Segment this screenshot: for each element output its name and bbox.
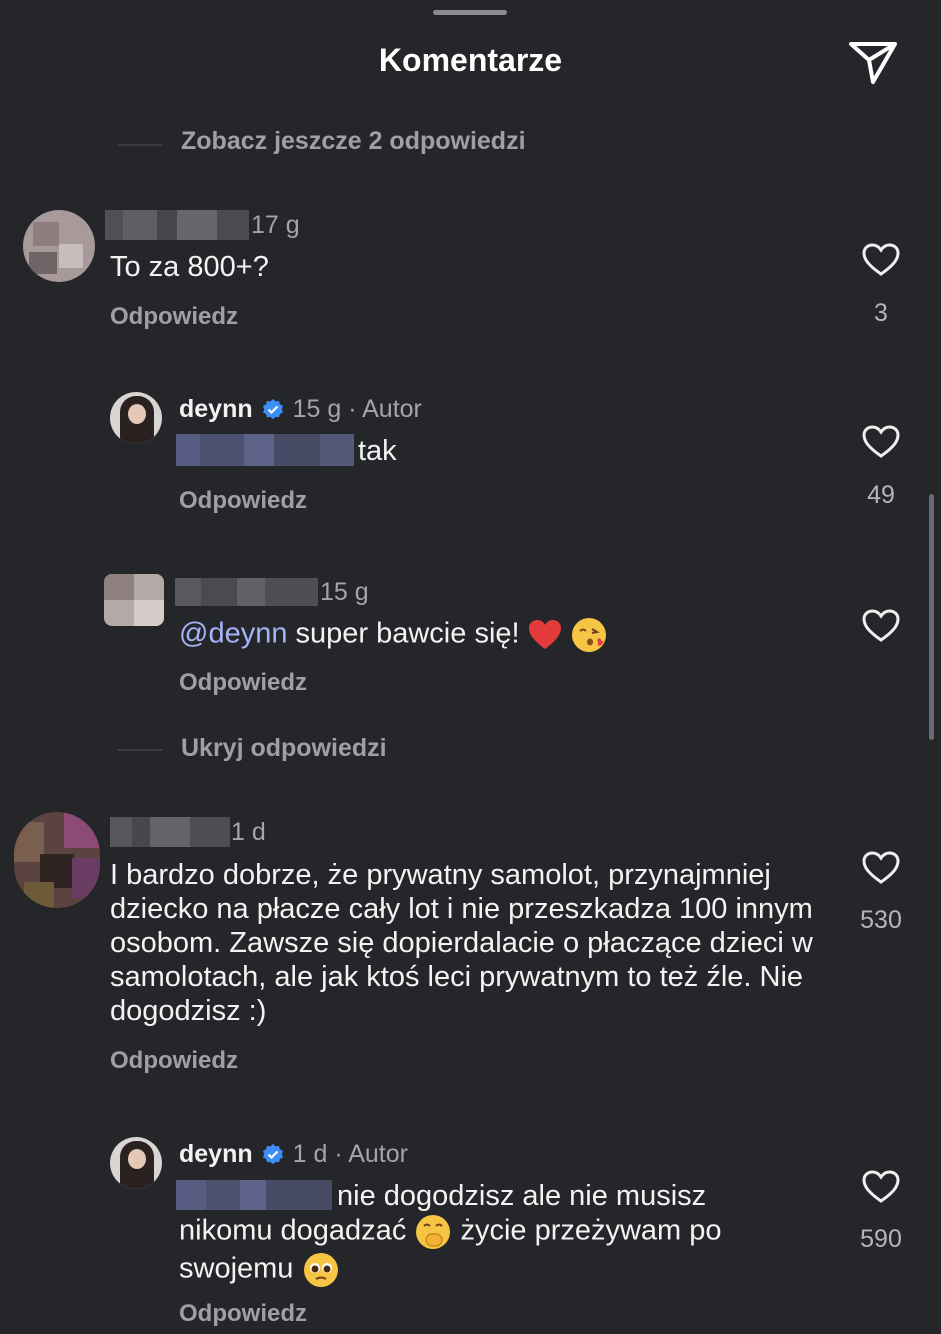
kiss-emoji	[571, 618, 606, 652]
like-count: 49	[867, 481, 895, 509]
hide-replies-link[interactable]: Ukryj odpowiedzi	[181, 734, 387, 763]
avatar[interactable]	[110, 1137, 162, 1189]
send-icon[interactable]	[847, 38, 899, 86]
red-heart-emoji	[528, 620, 561, 649]
comment-text: nie dogodzisz ale nie musisz nikomu doga…	[179, 1179, 819, 1289]
scrollbar[interactable]	[929, 494, 934, 740]
thread-line	[118, 144, 162, 146]
blurred-username	[110, 817, 230, 847]
heart-icon[interactable]	[862, 1170, 900, 1204]
heart-icon[interactable]	[862, 609, 900, 643]
pleading-face-emoji	[303, 1253, 338, 1287]
view-more-replies-link[interactable]: Zobacz jeszcze 2 odpowiedzi	[181, 127, 526, 156]
heart-icon[interactable]	[862, 243, 900, 277]
blurred-username	[105, 210, 249, 240]
avatar[interactable]	[110, 392, 162, 444]
hand-over-mouth-emoji	[416, 1215, 451, 1249]
reply-button[interactable]: Odpowiedz	[110, 303, 238, 331]
verified-badge-icon	[262, 398, 283, 419]
comment-time: 1 d · Autor	[292, 1140, 408, 1168]
comment-text: To za 800+?	[110, 251, 269, 283]
avatar[interactable]	[104, 574, 164, 626]
reply-button[interactable]: Odpowiedz	[179, 1300, 307, 1328]
mention-link[interactable]: @deynn	[179, 618, 287, 650]
like-count: 3	[874, 299, 888, 327]
comment-meta: deynn 1 d · Autor	[179, 1140, 408, 1169]
blurred-mention	[176, 434, 354, 466]
comment-time: 15 g · Autor	[292, 395, 422, 423]
drag-handle[interactable]	[433, 10, 507, 15]
reply-button[interactable]: Odpowiedz	[179, 487, 307, 515]
heart-icon[interactable]	[862, 425, 900, 459]
comment-text: tak	[358, 435, 397, 467]
like-count: 590	[860, 1225, 902, 1253]
reply-button[interactable]: Odpowiedz	[110, 1047, 238, 1075]
verified-badge-icon	[262, 1143, 283, 1164]
page-title: Komentarze	[378, 42, 563, 78]
avatar[interactable]	[23, 210, 95, 282]
thread-line	[118, 749, 162, 751]
comment-time: 1 d	[231, 818, 266, 846]
heart-icon[interactable]	[862, 851, 900, 885]
reply-button[interactable]: Odpowiedz	[179, 669, 307, 697]
avatar[interactable]	[14, 812, 100, 908]
blurred-username	[175, 578, 318, 606]
comment-time: 15 g	[320, 578, 369, 606]
comment-time: 17 g	[251, 211, 300, 239]
comments-sheet: Komentarze Zobacz jeszcze 2 odpowiedzi 1…	[0, 0, 941, 1334]
comment-text: @deynn super bawcie się!	[179, 616, 608, 654]
comment-meta: deynn 15 g · Autor	[179, 395, 422, 424]
username[interactable]: deynn	[179, 1140, 253, 1169]
like-count: 530	[860, 906, 902, 934]
comment-text: I bardzo dobrze, że prywatny samolot, pr…	[110, 859, 813, 1027]
username[interactable]: deynn	[179, 395, 253, 424]
